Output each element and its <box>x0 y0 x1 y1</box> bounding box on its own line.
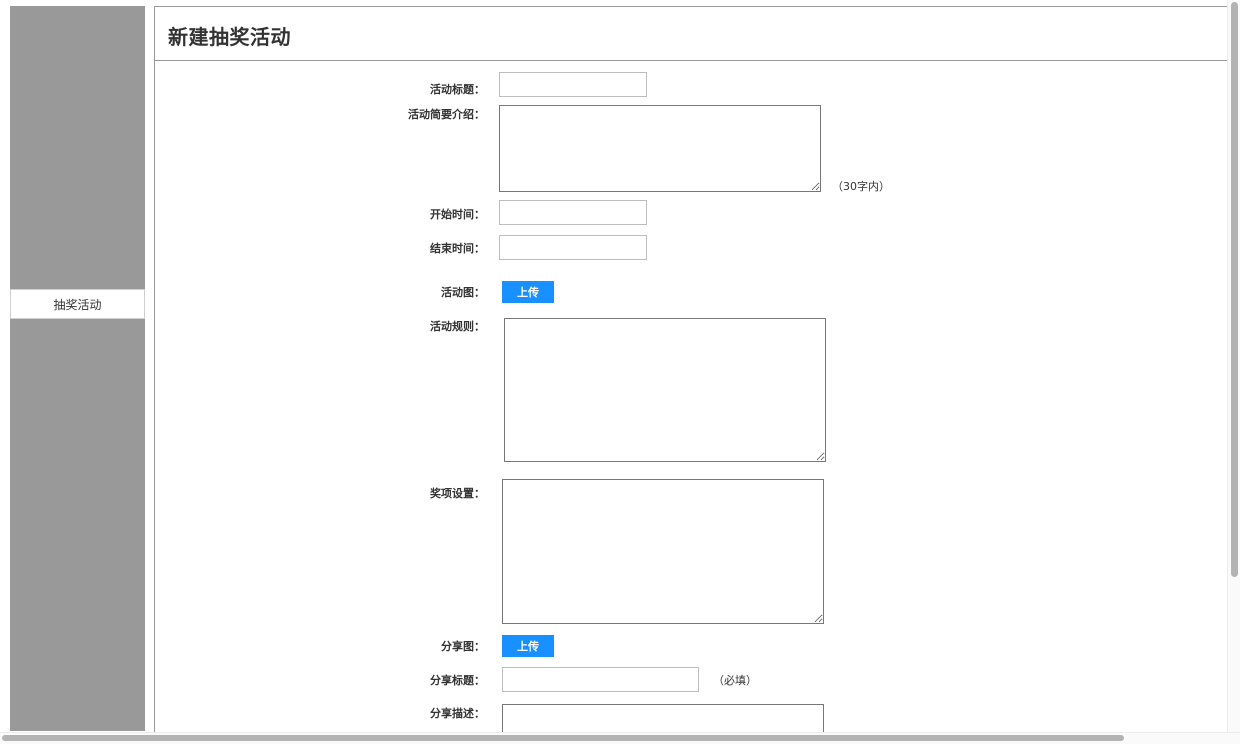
sidebar-item-lottery[interactable]: 抽奖活动 <box>10 289 145 319</box>
share-title-label: 分享标题： <box>430 674 485 687</box>
horizontal-scrollbar[interactable] <box>0 732 1240 744</box>
end-time-label: 结束时间： <box>430 242 485 255</box>
activity-image-upload-button[interactable]: 上传 <box>502 281 554 303</box>
activity-image-label: 活动图： <box>441 286 485 299</box>
share-image-label: 分享图： <box>441 640 485 653</box>
page-title: 新建抽奖活动 <box>168 25 291 49</box>
share-title-input[interactable] <box>502 667 699 692</box>
horizontal-scrollbar-thumb[interactable] <box>2 735 1124 741</box>
prize-settings-label: 奖项设置： <box>430 487 485 500</box>
sidebar-item-label: 抽奖活动 <box>53 297 102 312</box>
share-description-textarea[interactable] <box>502 704 824 734</box>
activity-intro-label: 活动简要介绍： <box>408 108 485 121</box>
share-description-label: 分享描述： <box>430 707 485 720</box>
share-title-hint: （必填） <box>713 674 757 687</box>
sidebar: 抽奖活动 <box>10 6 145 731</box>
activity-rules-label: 活动规则： <box>430 320 485 333</box>
activity-intro-textarea[interactable] <box>499 105 821 192</box>
activity-title-label: 活动标题： <box>430 83 485 96</box>
page-header: 新建抽奖活动 <box>155 7 1227 61</box>
activity-intro-hint: （30字内） <box>832 180 890 193</box>
vertical-scrollbar-thumb[interactable] <box>1231 2 1238 577</box>
prize-settings-textarea[interactable] <box>502 479 824 624</box>
share-image-upload-button[interactable]: 上传 <box>502 635 554 657</box>
activity-rules-textarea[interactable] <box>504 318 826 462</box>
start-time-label: 开始时间： <box>430 208 485 221</box>
start-time-input[interactable] <box>499 200 647 225</box>
main-panel: 新建抽奖活动 活动标题： 活动简要介绍： （30字内） 开始时间： 结束时间： … <box>154 6 1228 734</box>
vertical-scrollbar[interactable] <box>1227 0 1240 732</box>
activity-title-input[interactable] <box>499 72 647 97</box>
end-time-input[interactable] <box>499 235 647 260</box>
